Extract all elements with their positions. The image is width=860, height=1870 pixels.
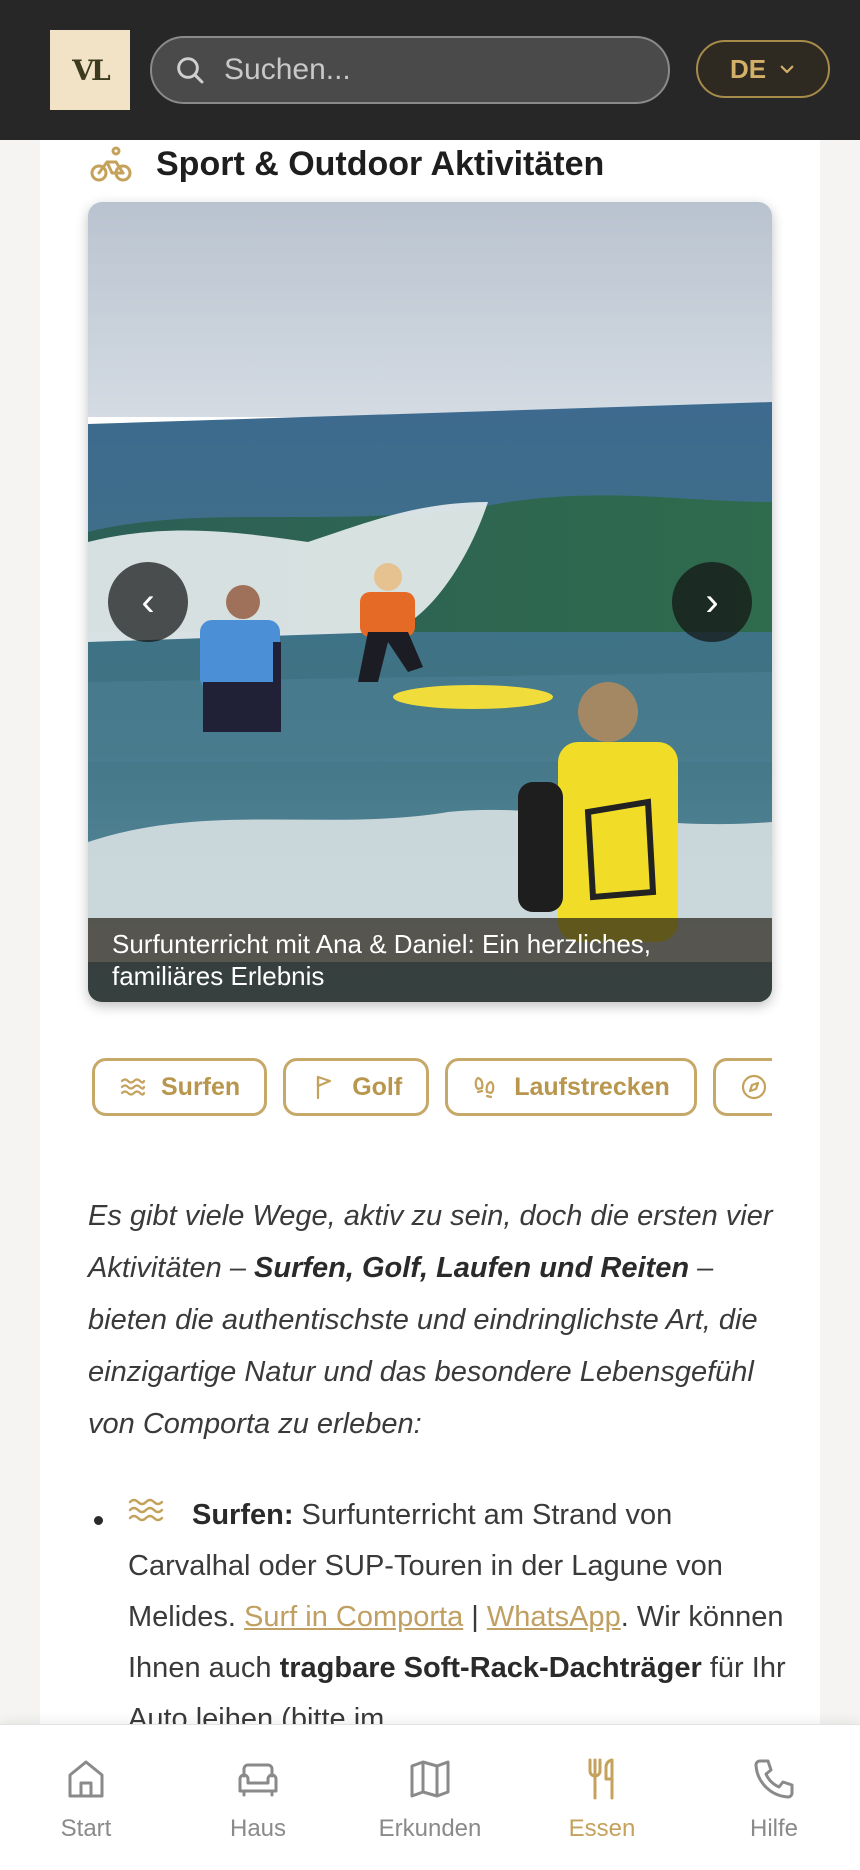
compass-icon [741,1074,766,1100]
nav-hilfe[interactable]: Hilfe [688,1725,860,1870]
carousel-next-button[interactable]: › [672,562,752,642]
chip-label: Surfen [161,1072,241,1101]
section-header: Sport & Outdoor Aktivitäten [90,142,604,186]
nav-erkunden[interactable]: Erkunden [344,1725,516,1870]
chevron-down-icon [780,65,794,74]
nav-label: Essen [568,1815,636,1842]
waves-icon [120,1078,146,1096]
carousel-caption: Surfunterricht mit Ana & Daniel: Ein her… [88,918,772,1002]
top-bar: VL DE [0,0,860,140]
section-title: Sport & Outdoor Aktivitäten [156,144,605,183]
chip-golf[interactable]: Golf [283,1058,430,1116]
nav-label: Erkunden [378,1815,482,1842]
chip-reiten[interactable] [712,1058,772,1116]
content-card: Sport & Outdoor Aktivitäten ‹ › Surfunte… [40,140,820,1725]
utensils-icon [588,1758,614,1800]
search-bar[interactable] [150,36,670,104]
chip-surfen[interactable]: Surfen [92,1058,268,1116]
phone-icon [754,1759,794,1799]
surf-lesson-photo [88,202,772,1002]
nav-start[interactable]: Start [0,1725,172,1870]
whatsapp-link[interactable]: WhatsApp [487,1601,621,1633]
logo[interactable]: VL [50,30,130,110]
language-label: DE [729,53,767,84]
search-input[interactable] [224,53,644,87]
surf-in-comporta-link[interactable]: Surf in Comporta [244,1601,463,1633]
nav-label: Hilfe [749,1815,798,1842]
list-item: Surfen: Surfunterricht am Strand von Car… [128,1490,788,1725]
footprints-icon [474,1076,495,1099]
nav-essen[interactable]: Essen [516,1725,688,1870]
list-item-heading: Surfen: [192,1499,294,1531]
activity-chips: Surfen Golf Laufstrecken [92,1058,772,1120]
map-icon [410,1760,450,1798]
carousel-prev-button[interactable]: ‹ [108,562,188,642]
image-carousel[interactable]: ‹ › Surfunterricht mit Ana & Daniel: Ein… [88,202,772,1002]
nav-label: Start [60,1815,112,1842]
flag-icon [317,1075,332,1100]
waves-icon [128,1498,164,1522]
nav-haus[interactable]: Haus [172,1725,344,1870]
intro-paragraph: Es gibt viele Wege, aktiv zu sein, doch … [88,1190,778,1450]
bullet-marker [94,1516,103,1525]
sofa-icon [238,1763,278,1797]
link-separator: | [463,1601,487,1633]
list-item-bold: tragbare Soft-Rack-Dachträger [279,1652,702,1684]
bottom-navigation: Start Haus Erkunden Essen Hilfe [0,1724,860,1870]
nav-label: Haus [229,1815,287,1842]
chip-label: Golf [352,1072,403,1101]
chip-laufstrecken[interactable]: Laufstrecken [445,1058,697,1116]
bicycle-icon [90,146,132,182]
search-icon [177,57,204,84]
intro-bold: Surfen, Golf, Laufen und Reiten [254,1252,690,1284]
chip-label: Laufstrecken [514,1072,670,1101]
home-icon [68,1760,104,1798]
language-selector[interactable]: DE [696,40,830,98]
